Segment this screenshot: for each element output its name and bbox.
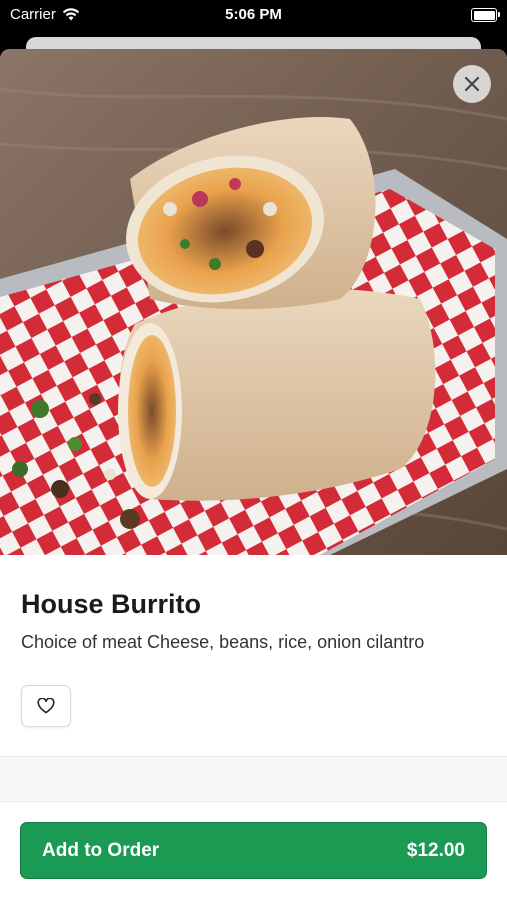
item-description: Choice of meat Cheese, beans, rice, onio… <box>21 632 425 652</box>
section-divider <box>0 756 507 802</box>
favorite-button[interactable] <box>21 685 71 727</box>
status-time: 5:06 PM <box>225 6 282 23</box>
add-to-order-label: Add to Order <box>42 839 160 861</box>
burrito-image <box>0 49 507 555</box>
status-bar: Carrier 5:06 PM <box>0 0 507 30</box>
battery-icon <box>471 8 500 23</box>
close-button[interactable] <box>453 65 491 103</box>
order-price: $12.00 <box>406 839 465 861</box>
heart-icon <box>37 698 55 714</box>
battery-indicator <box>471 6 500 23</box>
battery-level <box>473 10 495 20</box>
add-to-order-button[interactable]: Add to Order $12.00 <box>20 822 487 879</box>
item-title: House Burrito <box>21 589 202 619</box>
item-detail-sheet: House Burrito Choice of meat Cheese, bea… <box>0 49 507 900</box>
item-photo <box>0 49 507 555</box>
close-icon <box>464 76 480 92</box>
